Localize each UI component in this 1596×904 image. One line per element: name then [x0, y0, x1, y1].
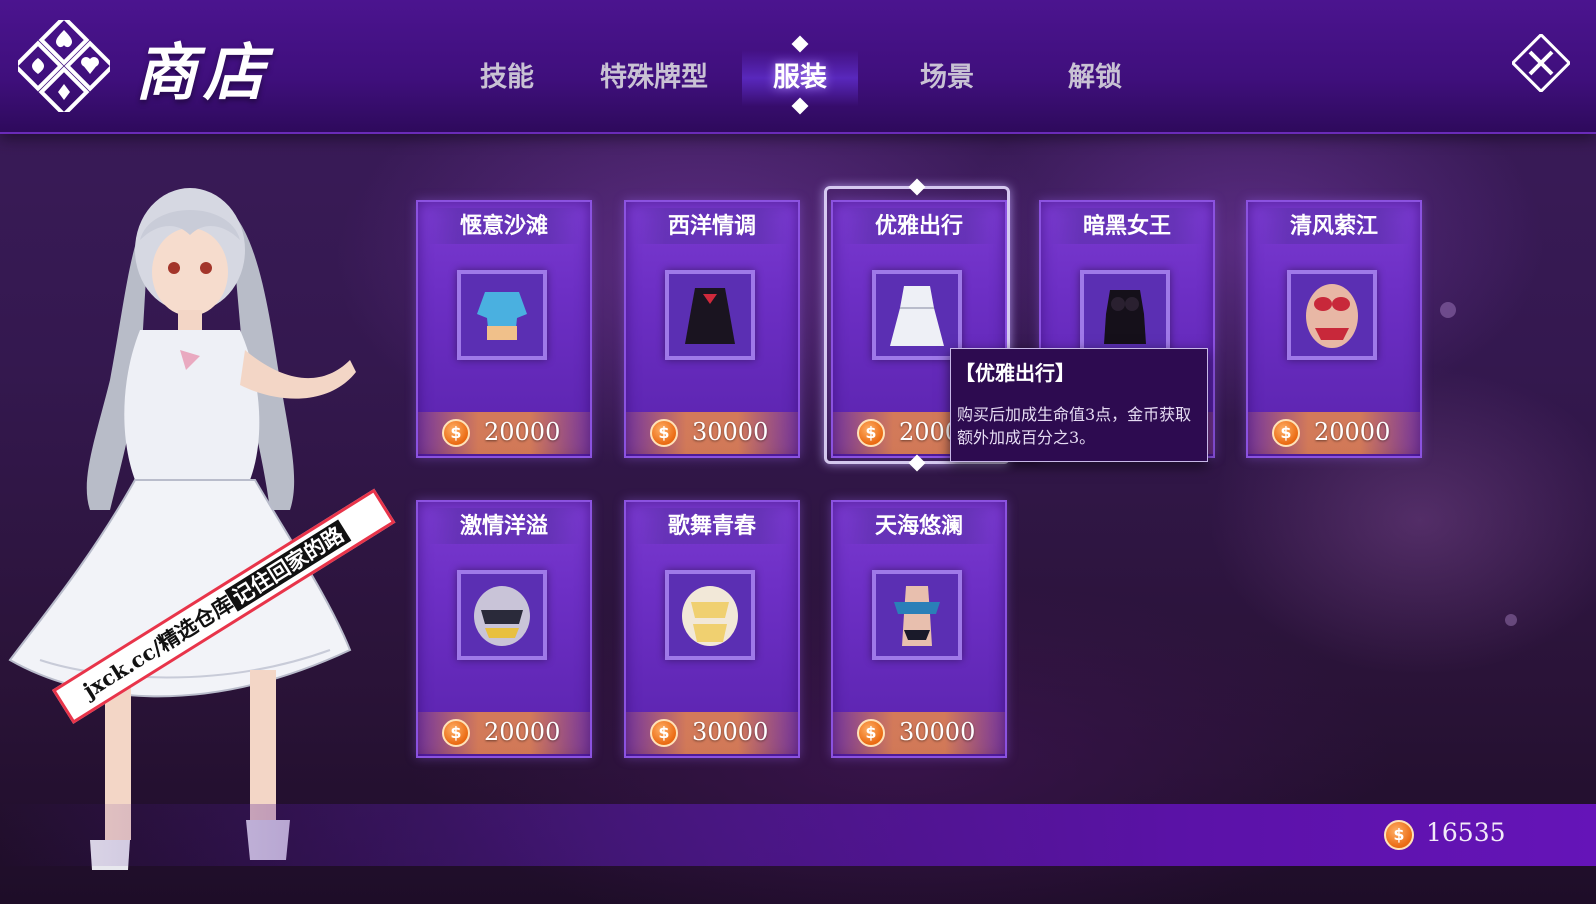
coin-balance: 16535: [1426, 818, 1506, 847]
item-price: 20000: [1314, 418, 1391, 446]
shop-item-card[interactable]: 歌舞青春 $ 30000: [624, 500, 800, 758]
card-suits-logo-icon: [18, 20, 110, 112]
tab-unlock[interactable]: 解锁: [1048, 50, 1142, 106]
item-name: 激情洋溢: [426, 508, 582, 544]
coin-icon: $: [442, 419, 470, 447]
coin-icon: $: [1272, 419, 1300, 447]
item-price: 30000: [899, 718, 976, 746]
sport-bra-outfit-icon: [457, 570, 547, 660]
shop-item-card[interactable]: 惬意沙滩 $ 20000: [416, 200, 592, 458]
item-name: 西洋情调: [634, 208, 790, 244]
price-bar: $ 20000: [1248, 412, 1420, 454]
price-bar: $ 20000: [418, 412, 590, 454]
tab-scenes[interactable]: 场景: [900, 50, 994, 106]
coin-icon: $: [650, 419, 678, 447]
item-name: 暗黑女王: [1049, 208, 1205, 244]
shop-item-card[interactable]: 清风萦江 $ 20000: [1246, 200, 1422, 458]
item-price: 30000: [692, 418, 769, 446]
black-maid-outfit-icon: [665, 270, 755, 360]
blue-top-outfit-icon: [457, 270, 547, 360]
price-bar: $ 30000: [833, 712, 1005, 754]
blue-swimsuit-outfit-icon: [872, 570, 962, 660]
price-bar: $ 30000: [626, 712, 798, 754]
item-price: 20000: [484, 718, 561, 746]
item-name: 歌舞青春: [634, 508, 790, 544]
item-name: 惬意沙滩: [426, 208, 582, 244]
item-name: 天海悠澜: [841, 508, 997, 544]
tab-outfits-label: 服装: [773, 62, 827, 93]
item-price: 30000: [692, 718, 769, 746]
close-icon[interactable]: [1512, 34, 1570, 92]
shop-item-card[interactable]: 西洋情调 $ 30000: [624, 200, 800, 458]
price-bar: $ 30000: [626, 412, 798, 454]
tab-outfits[interactable]: 服装: [742, 35, 858, 115]
tooltip-description: 购买后加成生命值3点，金币获取额外加成百分之3。: [957, 405, 1192, 447]
tab-special-hands[interactable]: 特殊牌型: [592, 50, 716, 106]
item-price: 20000: [484, 418, 561, 446]
diamond-icon: [791, 35, 809, 53]
coin-icon: $: [442, 719, 470, 747]
diamond-icon: [791, 97, 809, 115]
black-lingerie-outfit-icon: [1080, 270, 1170, 360]
shop-item-card[interactable]: 天海悠澜 $ 30000: [831, 500, 1007, 758]
item-name: 清风萦江: [1256, 208, 1412, 244]
top-bar: 商店 技能 特殊牌型 服装 场景 解锁: [0, 0, 1596, 134]
tab-skills[interactable]: 技能: [460, 50, 554, 106]
item-tooltip: 【优雅出行】 购买后加成生命值3点，金币获取额外加成百分之3。: [950, 348, 1208, 462]
coin-icon: $: [1384, 820, 1414, 850]
red-bikini-outfit-icon: [1287, 270, 1377, 360]
coin-icon: $: [857, 719, 885, 747]
page-title: 商店: [135, 36, 272, 109]
tooltip-title: 【优雅出行】: [955, 361, 1075, 385]
price-bar: $ 20000: [418, 712, 590, 754]
bottom-bar: [0, 804, 1596, 866]
shop-item-card[interactable]: 激情洋溢 $ 20000: [416, 500, 592, 758]
coin-icon: $: [650, 719, 678, 747]
yellow-outfit-icon: [665, 570, 755, 660]
